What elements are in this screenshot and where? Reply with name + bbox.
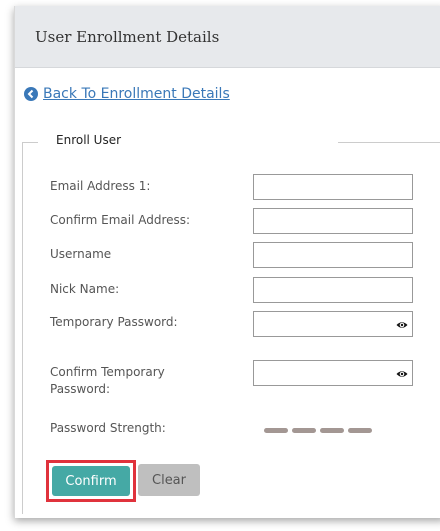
- nickname-field[interactable]: [253, 277, 413, 303]
- nickname-label: Nick Name:: [50, 282, 120, 296]
- fieldset-border-top-right: [338, 142, 440, 143]
- fieldset-legend: Enroll User: [50, 133, 128, 147]
- clear-button[interactable]: Clear: [138, 464, 200, 496]
- confirm-email-field[interactable]: [253, 208, 413, 234]
- arrow-left-circle-icon: [24, 87, 38, 101]
- confirm-temp-password-label-line2: Password:: [50, 382, 111, 396]
- confirm-temp-password-field[interactable]: [253, 360, 413, 386]
- confirm-button[interactable]: Confirm: [52, 466, 130, 496]
- temp-password-label: Temporary Password:: [50, 315, 178, 329]
- password-strength-label: Password Strength:: [50, 421, 166, 435]
- strength-bar-3: [320, 428, 344, 433]
- fieldset-border-top-left: [22, 142, 38, 143]
- username-label: Username: [50, 247, 112, 261]
- confirm-email-label: Confirm Email Address:: [50, 213, 191, 227]
- panel-header: User Enrollment Details: [15, 6, 440, 68]
- strength-bar-1: [264, 428, 288, 433]
- temp-password-field[interactable]: [253, 311, 413, 337]
- back-to-enrollment-link[interactable]: Back To Enrollment Details: [24, 86, 230, 102]
- strength-bar-2: [292, 428, 316, 433]
- fieldset-border-left: [22, 142, 23, 514]
- panel-title: User Enrollment Details: [35, 27, 220, 46]
- email-field[interactable]: [253, 174, 413, 200]
- strength-bar-4: [348, 428, 372, 433]
- back-link-label: Back To Enrollment Details: [43, 86, 230, 102]
- eye-icon[interactable]: [396, 319, 408, 331]
- username-field[interactable]: [253, 242, 413, 268]
- email-label: Email Address 1:: [50, 179, 151, 193]
- confirm-temp-password-label-line1: Confirm Temporary: [50, 365, 165, 379]
- confirm-button-highlight: Confirm: [46, 460, 136, 502]
- eye-icon[interactable]: [396, 368, 408, 380]
